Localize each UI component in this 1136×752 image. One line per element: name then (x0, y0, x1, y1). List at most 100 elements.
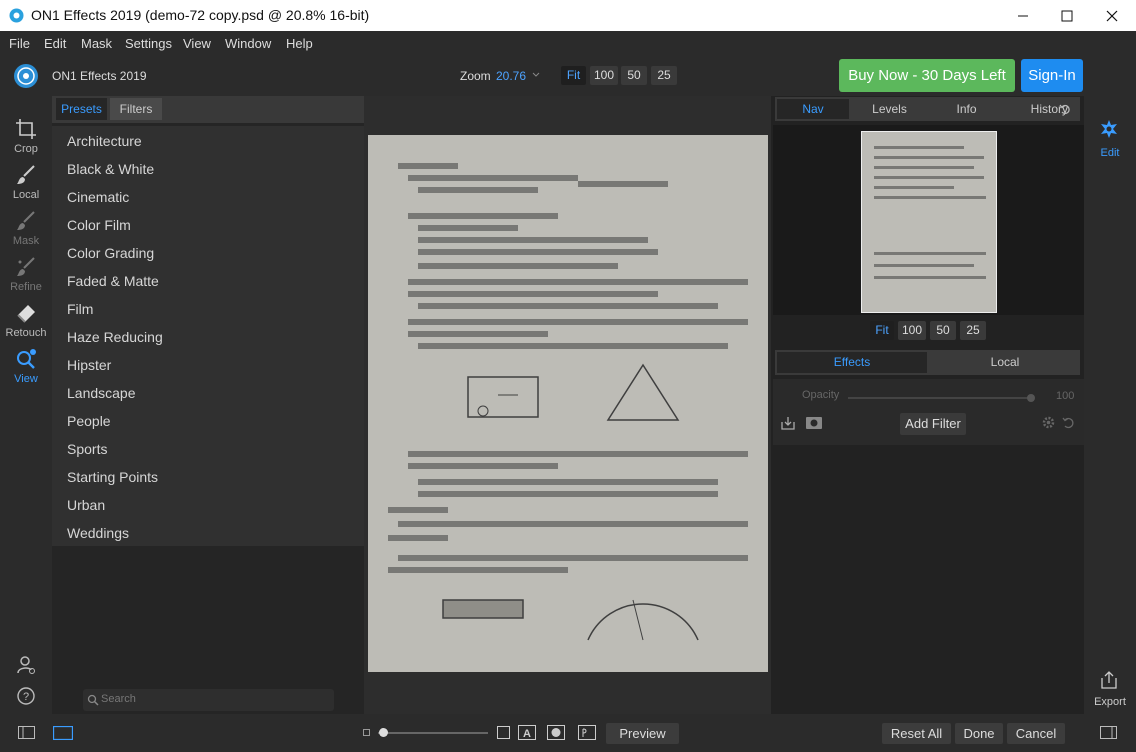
menu-edit[interactable]: Edit (44, 36, 66, 51)
tool-mask[interactable]: Mask (0, 210, 52, 247)
close-button[interactable] (1089, 0, 1135, 31)
tool-retouch[interactable]: Retouch (0, 302, 52, 339)
menu-file[interactable]: File (9, 36, 30, 51)
preset-category-sports[interactable]: Sports (67, 441, 107, 457)
menu-settings[interactable]: Settings (125, 36, 172, 51)
preset-category-black-white[interactable]: Black & White (67, 161, 154, 177)
tab-levels[interactable]: Levels (852, 97, 927, 121)
export-icon[interactable] (1100, 671, 1118, 689)
preset-category-color-grading[interactable]: Color Grading (67, 245, 154, 261)
cancel-button[interactable]: Cancel (1007, 723, 1065, 744)
nav-zoom-50-button[interactable]: 50 (930, 321, 956, 340)
mask-icon[interactable] (806, 417, 822, 429)
history-undo-icon[interactable] (1059, 103, 1071, 115)
preset-search-field[interactable]: Search (83, 689, 334, 711)
preset-category-film[interactable]: Film (67, 301, 93, 317)
zoom-25-button[interactable]: 25 (651, 66, 677, 85)
tool-local[interactable]: Local (0, 164, 52, 201)
zoom-fit-button[interactable]: Fit (561, 66, 586, 85)
search-placeholder: Search (101, 693, 136, 705)
menu-window[interactable]: Window (225, 36, 271, 51)
import-icon[interactable] (781, 416, 795, 430)
svg-text:A: A (523, 728, 531, 740)
nav-zoom-25-button[interactable]: 25 (960, 321, 986, 340)
preset-category-hipster[interactable]: Hipster (67, 357, 111, 373)
text-overlay-icon[interactable]: A (518, 725, 536, 740)
menu-help[interactable]: Help (286, 36, 313, 51)
preview-button[interactable]: Preview (606, 723, 679, 744)
opacity-slider-handle[interactable] (1027, 394, 1035, 402)
app-icon (9, 8, 24, 23)
reset-all-button[interactable]: Reset All (882, 723, 951, 744)
tool-crop-label: Crop (14, 143, 38, 155)
tab-nav[interactable]: Nav (777, 99, 849, 119)
nav-zoom-100-button[interactable]: 100 (898, 321, 926, 340)
brush-size-slider[interactable] (378, 732, 488, 734)
preset-category-haze-reducing[interactable]: Haze Reducing (67, 329, 163, 345)
svg-text:?: ? (23, 691, 29, 703)
brush-icon (15, 164, 37, 186)
document-image (368, 135, 768, 672)
tool-local-label: Local (12, 189, 40, 201)
app-name: ON1 Effects 2019 (52, 69, 147, 83)
refine-brush-icon (15, 256, 37, 278)
menu-bar: File Edit Mask Settings View Window Help (0, 31, 1136, 56)
reset-icon[interactable] (1062, 416, 1075, 429)
buy-now-button[interactable]: Buy Now - 30 Days Left (839, 59, 1015, 92)
preset-category-people[interactable]: People (67, 413, 111, 429)
preset-category-faded-matte[interactable]: Faded & Matte (67, 273, 159, 289)
menu-view[interactable]: View (183, 36, 211, 51)
gear-icon[interactable] (1042, 416, 1055, 429)
user-icon[interactable] (16, 655, 36, 675)
preset-category-urban[interactable]: Urban (67, 497, 105, 513)
preset-category-starting-points[interactable]: Starting Points (67, 469, 158, 485)
nav-zoom-fit-button[interactable]: Fit (870, 321, 894, 340)
tool-crop[interactable]: Crop (0, 118, 52, 155)
single-view-icon[interactable] (53, 726, 73, 740)
compare-icon[interactable] (578, 725, 596, 740)
navigator-thumbnail[interactable] (861, 131, 997, 313)
preset-category-color-film[interactable]: Color Film (67, 217, 131, 233)
tab-presets[interactable]: Presets (56, 98, 107, 120)
help-icon[interactable]: ? (17, 687, 35, 705)
brush-size-slider-handle[interactable] (379, 728, 388, 737)
preset-category-weddings[interactable]: Weddings (67, 525, 129, 541)
opacity-value: 100 (1056, 390, 1075, 402)
preset-category-landscape[interactable]: Landscape (67, 385, 136, 401)
edit-module-label[interactable]: Edit (1084, 147, 1136, 159)
zoom-100-button[interactable]: 100 (590, 66, 618, 85)
toggle-left-panel-icon[interactable] (18, 726, 35, 739)
preset-category-architecture[interactable]: Architecture (67, 133, 142, 149)
brush-size-small-icon (363, 729, 370, 736)
zoom-50-button[interactable]: 50 (621, 66, 647, 85)
tool-retouch-label: Retouch (5, 327, 47, 339)
presets-tabs: Presets Filters (52, 96, 364, 123)
tab-effects[interactable]: Effects (777, 352, 927, 373)
toggle-right-panel-icon[interactable] (1100, 726, 1117, 739)
tool-view[interactable]: View (0, 348, 52, 385)
edit-module-icon[interactable] (1099, 119, 1119, 139)
crop-icon (15, 118, 37, 140)
tool-bar: Crop Local Mask Refine Retouch View ? (0, 96, 52, 714)
add-filter-button[interactable]: Add Filter (900, 413, 966, 435)
tab-local[interactable]: Local (930, 350, 1080, 375)
tool-refine[interactable]: Refine (0, 256, 52, 293)
sign-in-button[interactable]: Sign-In (1021, 59, 1083, 92)
mask-brush-icon (15, 210, 37, 232)
menu-mask[interactable]: Mask (81, 36, 112, 51)
done-button[interactable]: Done (955, 723, 1003, 744)
preset-category-cinematic[interactable]: Cinematic (67, 189, 129, 205)
title-bar: ON1 Effects 2019 (demo-72 copy.psd @ 20.… (0, 0, 1136, 31)
zoom-label: Zoom (460, 69, 491, 83)
maximize-button[interactable] (1044, 0, 1090, 31)
opacity-slider[interactable] (848, 397, 1033, 399)
minimize-button[interactable] (1000, 0, 1046, 31)
view-magnifier-icon (15, 348, 37, 370)
zoom-value[interactable]: 20.76 (496, 69, 526, 83)
mask-overlay-icon[interactable] (547, 725, 565, 740)
chevron-down-icon[interactable] (532, 72, 540, 78)
tab-filters[interactable]: Filters (110, 98, 162, 120)
tab-info[interactable]: Info (930, 97, 1003, 121)
export-label[interactable]: Export (1084, 696, 1136, 708)
module-strip: Edit Export (1084, 96, 1136, 714)
